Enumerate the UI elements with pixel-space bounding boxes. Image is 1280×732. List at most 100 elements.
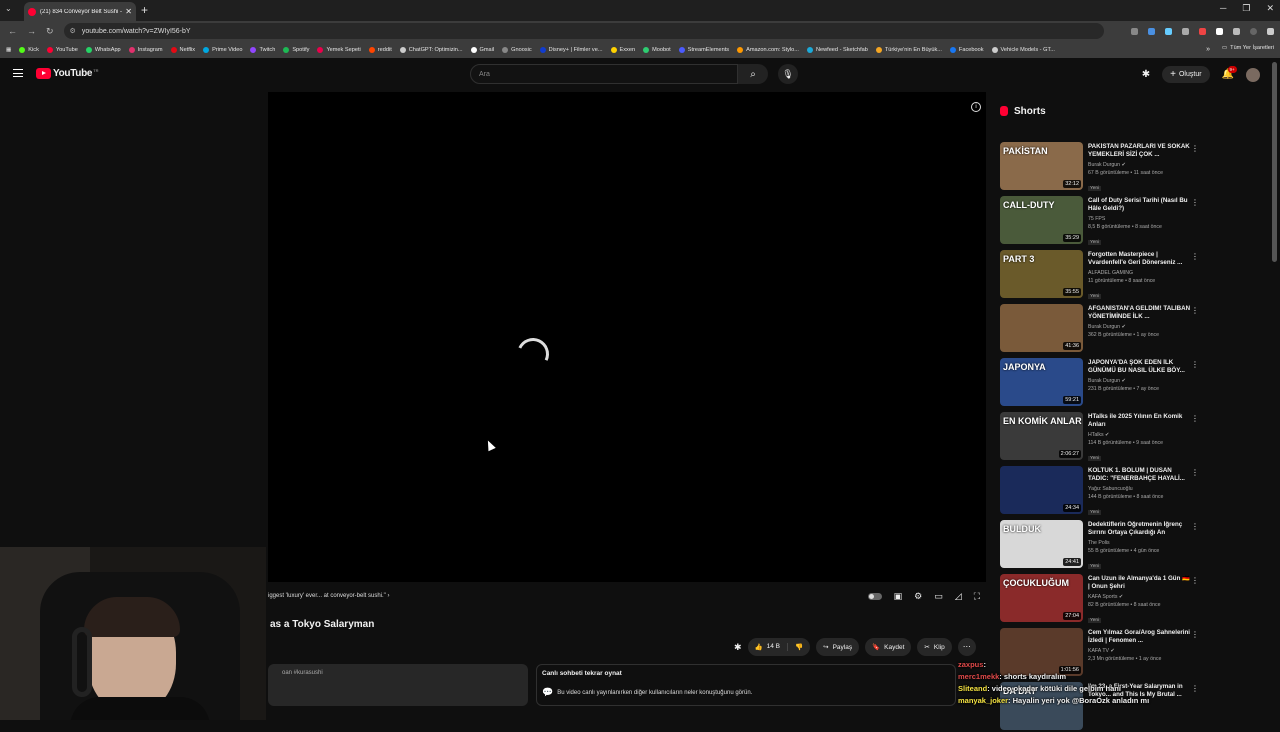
search-icon[interactable]: ⌕ xyxy=(738,64,768,84)
bookmark-item[interactable]: Kick xyxy=(19,46,39,53)
clip-button[interactable]: ✂ Klip xyxy=(917,638,952,656)
bookmark-item[interactable]: reddit xyxy=(368,46,392,53)
recommendation-item[interactable]: JAPONYA 59:21 JAPONYA'DA ŞOK EDEN İLK GÜNÜ… xyxy=(1000,358,1205,408)
more-actions-icon[interactable]: ⋯ xyxy=(957,638,976,656)
extension-icon[interactable] xyxy=(1148,27,1155,35)
recommendation-title[interactable]: KOLTUK 1. BÖLÜM | DUSAN TADIC: "FENERBAH… xyxy=(1088,467,1192,483)
recommendation-item[interactable]: 24:34 KOLTUK 1. BÖLÜM | DUSAN TADIC: "FEN… xyxy=(1000,466,1205,516)
kebab-menu-icon[interactable]: ⋮ xyxy=(1191,360,1199,369)
hamburger-menu-icon[interactable] xyxy=(13,69,23,77)
channel-name[interactable]: Yağız Sabuncuoğlu xyxy=(1088,486,1133,492)
recommendation-item[interactable]: BULDUK 24:41 Dedektiflerin Öğretmenin İğre… xyxy=(1000,520,1205,570)
recommendation-item[interactable]: CALL-DUTY 35:29 Call of Duty Serisi Tarihi… xyxy=(1000,196,1205,246)
live-chat-replay[interactable]: Canlı sohbeti tekrar oynat 💬 Bu video can… xyxy=(536,664,956,706)
notifications-bell-icon[interactable]: 🔔 9+ xyxy=(1222,66,1237,80)
dislike-button[interactable]: 👎 xyxy=(788,643,810,651)
puzzle-icon[interactable] xyxy=(1233,27,1240,35)
extension-icon[interactable] xyxy=(1199,27,1206,35)
kebab-menu-icon[interactable]: ⋮ xyxy=(1191,468,1199,477)
bookmark-item[interactable]: Türkiye'nin En Büyük... xyxy=(875,46,942,53)
bookmark-item[interactable]: Spotify xyxy=(283,46,309,53)
recommendation-title[interactable]: Call of Duty Serisi Tarihi (Nasıl Bu Hâl… xyxy=(1088,197,1192,213)
video-thumbnail[interactable]: JAPONYA 59:21 xyxy=(1000,358,1083,406)
kebab-menu-icon[interactable]: ⋮ xyxy=(1191,144,1199,153)
create-button[interactable]: + Oluştur xyxy=(1162,66,1210,83)
back-icon[interactable]: ← xyxy=(8,26,17,37)
settings-gear-icon[interactable]: ⚙ xyxy=(914,591,922,602)
bookmark-item[interactable]: Gnoosic xyxy=(502,46,532,53)
avatar[interactable] xyxy=(1246,67,1260,82)
channel-name[interactable]: 75 FPS xyxy=(1088,216,1105,222)
bookmark-item[interactable]: Disney+ | Filmler ve... xyxy=(539,46,603,53)
video-thumbnail[interactable]: EN KOMİK ANLAR 2:06:27 xyxy=(1000,412,1083,460)
new-tab-icon[interactable]: + xyxy=(141,3,148,17)
channel-name[interactable]: The Polis xyxy=(1088,540,1110,546)
recommendation-item[interactable]: PART 3 35:55 Forgotten Masterpiece | Vvard… xyxy=(1000,250,1205,300)
recommendation-title[interactable]: Cem Yılmaz Gora/Arog Sahnelerini İzledi … xyxy=(1088,629,1192,645)
save-button[interactable]: 🔖 Kaydet xyxy=(865,638,912,656)
bookmark-item[interactable]: WhatsApp xyxy=(85,46,121,53)
recommendation-item[interactable]: 41:36 AFGANİSTAN'A GELDİM! TALİBAN YÖNETİ… xyxy=(1000,304,1205,354)
search-input[interactable]: Ara xyxy=(470,64,738,84)
bookmark-item[interactable]: Prime Video xyxy=(203,46,242,53)
chapter-title[interactable]: iggest 'luxury' ever... at conveyor-belt… xyxy=(268,593,389,599)
microphone-icon[interactable]: 🎙 xyxy=(778,64,798,84)
close-window-icon[interactable]: ✕ xyxy=(1266,3,1274,14)
video-thumbnail[interactable]: 24:34 xyxy=(1000,466,1083,514)
channel-name[interactable]: Burak Durgun xyxy=(1088,378,1120,384)
autoplay-toggle[interactable] xyxy=(867,593,882,600)
extension-icon[interactable] xyxy=(1182,27,1189,35)
kebab-menu-icon[interactable]: ⋮ xyxy=(1191,522,1199,531)
subtitles-icon[interactable]: ▣ xyxy=(894,591,903,602)
profile-icon[interactable] xyxy=(1250,27,1257,35)
channel-name[interactable]: Burak Durgun xyxy=(1088,162,1120,168)
kebab-menu-icon[interactable]: ⋮ xyxy=(1191,414,1199,423)
kebab-menu-icon[interactable]: ⋮ xyxy=(1191,576,1199,585)
recommendation-title[interactable]: Can Uzun ile Almanya'da 1 Gün 🇩🇪 | Onun … xyxy=(1088,575,1192,591)
kebab-menu-icon[interactable]: ⋮ xyxy=(1191,306,1199,315)
miniplayer-icon[interactable]: ▭ xyxy=(934,591,943,602)
address-bar[interactable]: ⚙ youtube.com/watch?v=ZWIyI56-bY xyxy=(63,23,1104,39)
video-thumbnail[interactable]: BULDUK 24:41 xyxy=(1000,520,1083,568)
extension-action-icon[interactable]: ✱ xyxy=(734,642,742,653)
recommendation-item[interactable]: ÇOCUKLUĞUM 27:04 Can Uzun ile Almanya'da 1… xyxy=(1000,574,1205,624)
bookmark-item[interactable]: Moobot xyxy=(643,46,671,53)
recommendation-title[interactable]: Dedektiflerin Öğretmenin İğrenç Sırrını … xyxy=(1088,521,1192,537)
apps-icon[interactable]: ▦ xyxy=(6,47,11,53)
video-thumbnail[interactable]: PART 3 35:55 xyxy=(1000,250,1083,298)
browser-tab-active[interactable]: (21) 834 Conveyor Belt Sushi - ✕ xyxy=(24,2,136,21)
page-scrollbar[interactable] xyxy=(1272,62,1277,262)
video-thumbnail[interactable]: PAKİSTAN 32:12 xyxy=(1000,142,1083,190)
description-box[interactable]: oan #kurasushi xyxy=(268,664,528,706)
bookmark-item[interactable]: Netflix xyxy=(170,46,195,53)
bookmark-item[interactable]: Twitch xyxy=(250,46,275,53)
bookmark-item[interactable]: YouTube xyxy=(46,46,78,53)
like-button[interactable]: 👍 14 B xyxy=(748,643,789,651)
forward-icon[interactable]: → xyxy=(27,26,36,37)
bookmark-item[interactable]: ChatGPT: Optimizin... xyxy=(399,46,463,53)
channel-name[interactable]: ALFADEL GAMING xyxy=(1088,270,1133,276)
kebab-menu-icon[interactable]: ⋮ xyxy=(1191,252,1199,261)
site-info-icon[interactable]: ⚙ xyxy=(70,27,76,35)
info-icon[interactable]: i xyxy=(971,102,981,112)
extension-icon[interactable] xyxy=(1131,27,1138,35)
channel-name[interactable]: KAFA Sports xyxy=(1088,594,1117,600)
recommendation-title[interactable]: Forgotten Masterpiece | Vvardenfell'e Ge… xyxy=(1088,251,1192,267)
recommendation-title[interactable]: JAPONYA'DA ŞOK EDEN İLK GÜNÜMÜ BU NASIL … xyxy=(1088,359,1192,375)
recommendation-title[interactable]: PAKİSTAN PAZARLARI VE SOKAK YEMEKLERİ Sİ… xyxy=(1088,143,1192,159)
bookmark-item[interactable]: Exxen xyxy=(610,46,635,53)
bookmark-item[interactable]: Vehicle Models - GT... xyxy=(991,46,1055,53)
recommendation-title[interactable]: HTalks ile 2025 Yılının En Komik Anları xyxy=(1088,413,1192,429)
channel-name[interactable]: Burak Durgun xyxy=(1088,324,1120,330)
fullscreen-icon[interactable]: ⛶ xyxy=(974,591,980,602)
youtube-logo[interactable]: YouTube TR xyxy=(36,68,99,79)
bookmark-item[interactable]: Facebook xyxy=(949,46,984,53)
menu-icon[interactable] xyxy=(1267,27,1274,35)
minimize-icon[interactable]: ─ xyxy=(1220,3,1226,14)
recommendation-item[interactable]: PAKİSTAN 32:12 PAKİSTAN PAZARLARI VE SOKAK… xyxy=(1000,142,1205,192)
kebab-menu-icon[interactable]: ⋮ xyxy=(1191,630,1199,639)
channel-name[interactable]: KAFA TV xyxy=(1088,648,1109,654)
kebab-menu-icon[interactable]: ⋮ xyxy=(1191,198,1199,207)
video-thumbnail[interactable]: CALL-DUTY 35:29 xyxy=(1000,196,1083,244)
channel-name[interactable]: HTalks xyxy=(1088,432,1104,438)
